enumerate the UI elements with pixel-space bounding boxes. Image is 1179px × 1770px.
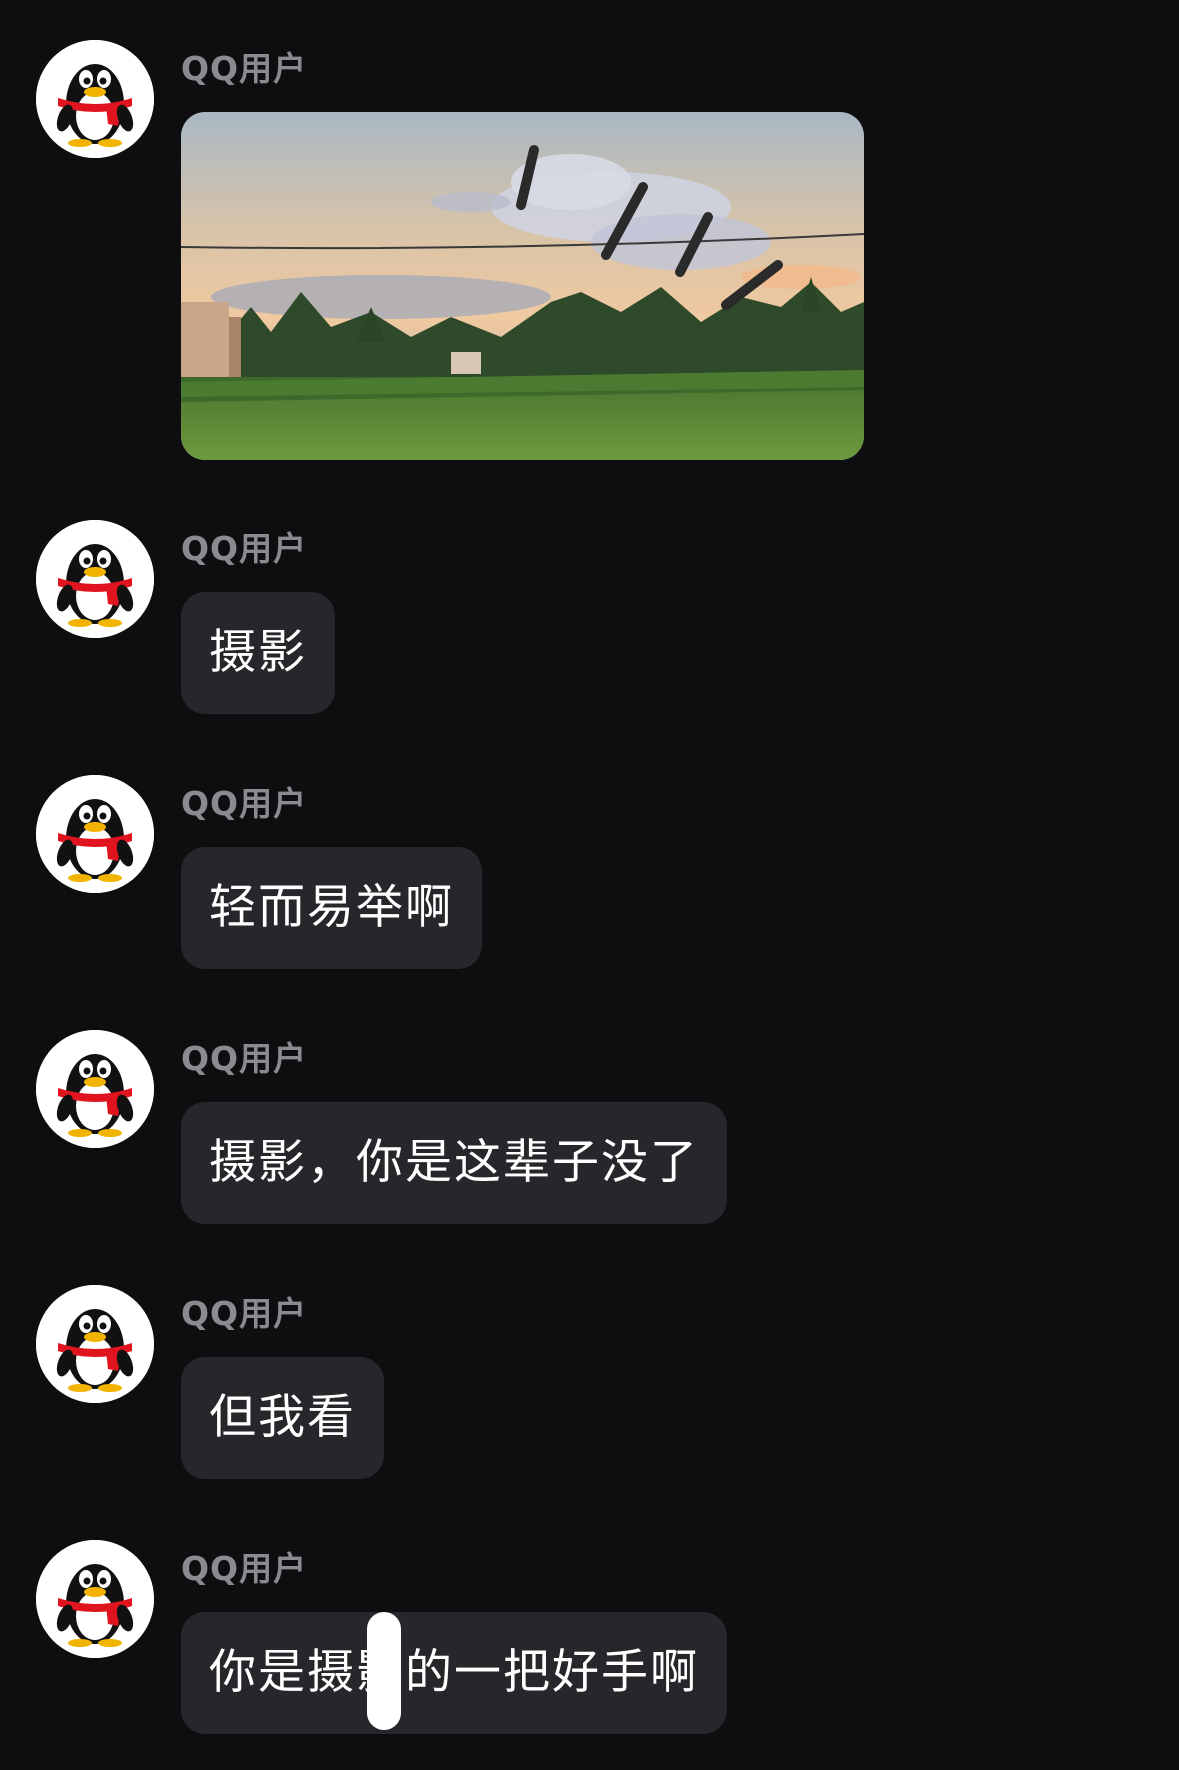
chat-message: QQ用户 摄影，你是这辈子没了 xyxy=(0,1030,1179,1230)
qq-penguin-avatar-icon[interactable] xyxy=(36,1540,154,1658)
chat-message: QQ用户 你是摄影的一把好手啊 xyxy=(0,1540,1179,1740)
sender-name: QQ用户 xyxy=(181,529,308,568)
chat-message: QQ用户 轻而易举啊 xyxy=(0,775,1179,975)
photo-message-image[interactable] xyxy=(181,112,864,460)
qq-penguin-avatar-icon[interactable] xyxy=(36,40,154,158)
message-bubble[interactable]: 摄影，你是这辈子没了 xyxy=(181,1102,727,1224)
sender-name: QQ用户 xyxy=(181,1549,308,1588)
sender-name: QQ用户 xyxy=(181,49,308,88)
qq-penguin-avatar-icon[interactable] xyxy=(36,1285,154,1403)
sender-name: QQ用户 xyxy=(181,1294,308,1333)
message-bubble[interactable]: 轻而易举啊 xyxy=(181,847,482,969)
chat-message: QQ用户 摄影 xyxy=(0,520,1179,720)
chat-message: QQ用户 但我看 xyxy=(0,1285,1179,1485)
qq-penguin-avatar-icon[interactable] xyxy=(36,775,154,893)
text-redaction-mark xyxy=(367,1612,401,1730)
chat-message-list[interactable]: QQ用户 QQ用户 摄影 QQ用户 轻而易举啊 QQ用户 摄影，你是这辈子没了 … xyxy=(0,0,1179,1770)
message-bubble[interactable]: 摄影 xyxy=(181,592,335,714)
qq-penguin-avatar-icon[interactable] xyxy=(36,520,154,638)
sender-name: QQ用户 xyxy=(181,1039,308,1078)
message-bubble[interactable]: 但我看 xyxy=(181,1357,384,1479)
sender-name: QQ用户 xyxy=(181,784,308,823)
chat-message: QQ用户 xyxy=(0,40,1179,470)
message-bubble[interactable]: 你是摄影的一把好手啊 xyxy=(181,1612,727,1734)
qq-penguin-avatar-icon[interactable] xyxy=(36,1030,154,1148)
